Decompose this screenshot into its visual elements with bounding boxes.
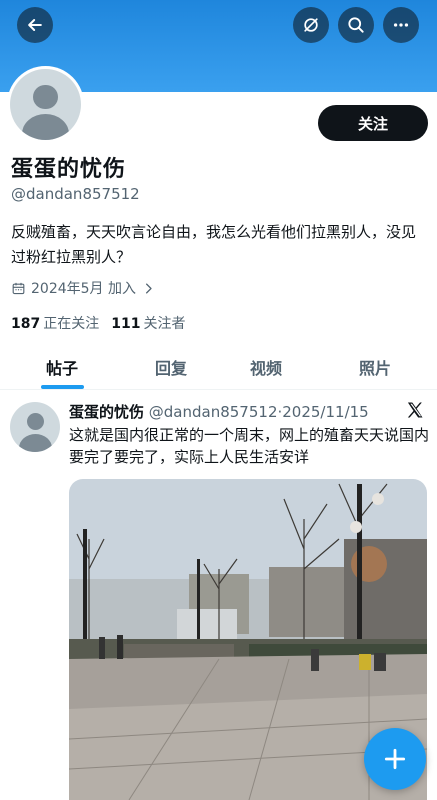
profile-tabs: 帖子 回复 视频 照片 <box>0 344 437 390</box>
calendar-icon <box>12 282 25 294</box>
back-button[interactable] <box>17 7 53 43</box>
post-avatar[interactable] <box>10 402 60 452</box>
profile-handle: @dandan857512 <box>11 185 140 203</box>
following-count: 187 <box>11 316 41 332</box>
follow-button[interactable]: 关注 <box>318 105 428 141</box>
search-icon <box>348 17 364 33</box>
default-avatar-icon <box>10 69 81 140</box>
profile-name: 蛋蛋的忧伤 <box>11 157 127 182</box>
followers-link[interactable]: 111 关注者 <box>111 313 185 333</box>
following-link[interactable]: 187 正在关注 <box>11 313 99 333</box>
post-author-name[interactable]: 蛋蛋的忧伤 <box>69 403 144 421</box>
arrow-left-icon <box>28 19 42 31</box>
grok-button[interactable] <box>293 7 329 43</box>
tab-replies[interactable]: 回复 <box>130 344 212 390</box>
followers-label: 关注者 <box>143 316 186 332</box>
tab-videos[interactable]: 视频 <box>225 344 307 390</box>
compose-button[interactable] <box>364 728 426 790</box>
following-label: 正在关注 <box>43 316 100 332</box>
tab-posts[interactable]: 帖子 <box>22 344 102 390</box>
grok-icon <box>304 18 318 32</box>
more-horizontal-icon <box>393 23 409 27</box>
profile-bio: 反贼殖畜，天天吹言论自由，我怎么光看他们拉黑别人，没见过粉红拉黑别人？ <box>11 223 417 266</box>
followers-count: 111 <box>111 316 141 332</box>
profile-avatar[interactable] <box>7 66 84 143</box>
active-tab-indicator <box>41 385 84 389</box>
more-button[interactable] <box>383 7 419 43</box>
chevron-right-icon <box>146 283 152 293</box>
search-button[interactable] <box>338 7 374 43</box>
follow-stats: 187 正在关注 111 关注者 <box>11 313 185 333</box>
joined-text: 2024年5月 加入 <box>31 281 136 297</box>
post-header: 蛋蛋的忧伤 @dandan857512·2025/11/15 <box>69 401 369 422</box>
joined-date[interactable]: 2024年5月 加入 <box>11 278 156 298</box>
post-text: 这就是国内很正常的一个周末，网上的殖畜天天说国内要完了要完了，实际上人民生活安详 <box>69 426 430 466</box>
plus-icon <box>384 748 406 770</box>
post-meta: @dandan857512·2025/11/15 <box>144 403 369 421</box>
tab-photos[interactable]: 照片 <box>334 344 416 390</box>
x-logo-icon <box>407 402 423 418</box>
